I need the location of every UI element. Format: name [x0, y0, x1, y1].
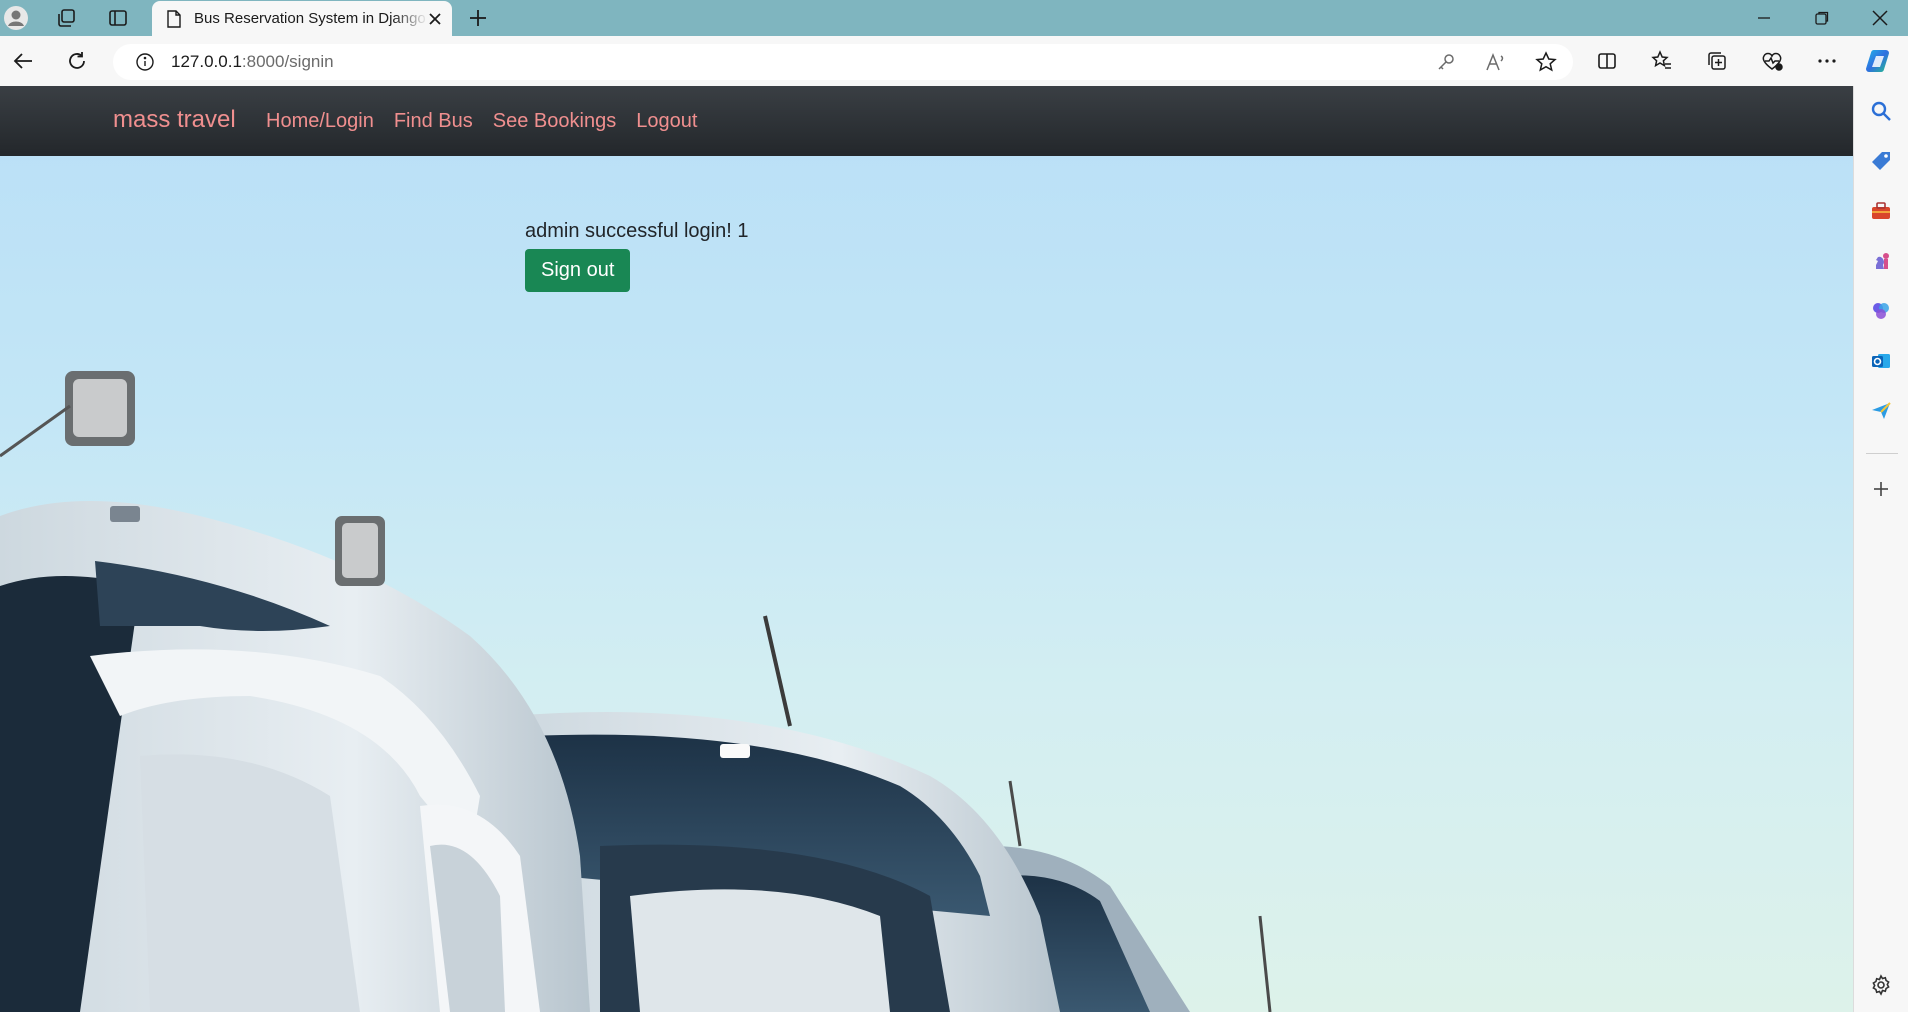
brand-link[interactable]: mass travel — [113, 106, 236, 134]
tag-icon[interactable] — [1867, 147, 1895, 175]
add-icon[interactable] — [1867, 475, 1895, 503]
browser-essentials-icon[interactable] — [1755, 44, 1789, 78]
url-host: 127.0.0.1 — [171, 52, 242, 71]
nav-link-see-bookings[interactable]: See Bookings — [493, 110, 616, 133]
sign-out-button[interactable]: Sign out — [525, 249, 631, 292]
password-key-icon[interactable] — [1433, 49, 1459, 75]
refresh-icon[interactable] — [60, 44, 94, 78]
tab-actions-icon[interactable] — [104, 4, 132, 32]
buses-background-image — [0, 371, 1272, 1012]
url-text: 127.0.0.1:8000/signin — [171, 52, 334, 72]
web-page: mass travel Home/Login Find Bus See Book… — [0, 86, 1853, 1012]
new-tab-icon[interactable] — [464, 4, 492, 32]
favorite-star-icon[interactable] — [1533, 49, 1559, 75]
copilot-sidebar-icon[interactable] — [1867, 297, 1895, 325]
back-icon[interactable] — [6, 44, 40, 78]
site-navbar: mass travel Home/Login Find Bus See Book… — [0, 86, 1853, 156]
active-tab[interactable]: Bus Reservation System in Django — [152, 1, 452, 36]
browser-sidebar — [1853, 86, 1908, 1012]
search-icon[interactable] — [1867, 97, 1895, 125]
split-screen-icon[interactable] — [1590, 44, 1624, 78]
nav-link-logout[interactable]: Logout — [636, 110, 697, 133]
profile-icon[interactable] — [2, 4, 30, 32]
nav-links: Home/Login Find Bus See Bookings Logout — [266, 110, 697, 133]
login-success-message: admin successful login! 1 — [525, 220, 749, 242]
collections-icon[interactable] — [1700, 44, 1734, 78]
page-icon — [167, 9, 181, 28]
address-bar[interactable]: 127.0.0.1:8000/signin — [113, 44, 1573, 80]
browser-tab-bar: Bus Reservation System in Django — [0, 0, 1908, 36]
site-info-icon[interactable] — [135, 52, 155, 72]
nav-link-find-bus[interactable]: Find Bus — [394, 110, 473, 133]
toolbox-icon[interactable] — [1867, 197, 1895, 225]
login-status-panel: admin successful login! 1 Sign out — [525, 220, 748, 292]
read-aloud-icon[interactable] — [1483, 49, 1509, 75]
copilot-icon[interactable] — [1862, 44, 1896, 78]
nav-link-home-login[interactable]: Home/Login — [266, 110, 374, 133]
close-window-icon[interactable] — [1852, 0, 1908, 36]
workspaces-icon[interactable] — [52, 4, 80, 32]
close-tab-icon[interactable] — [428, 12, 442, 26]
url-path: :8000/signin — [241, 52, 334, 71]
outlook-icon[interactable] — [1867, 347, 1895, 375]
tab-title: Bus Reservation System in Django — [194, 10, 426, 27]
favorites-icon[interactable] — [1645, 44, 1679, 78]
send-icon[interactable] — [1867, 397, 1895, 425]
chess-icon[interactable] — [1867, 247, 1895, 275]
minimize-icon[interactable] — [1736, 0, 1792, 36]
more-options-icon[interactable] — [1810, 44, 1844, 78]
settings-icon[interactable] — [1867, 971, 1895, 999]
browser-toolbar: 127.0.0.1:8000/signin — [0, 36, 1908, 86]
sidebar-divider — [1866, 453, 1898, 454]
restore-icon[interactable] — [1794, 0, 1850, 36]
